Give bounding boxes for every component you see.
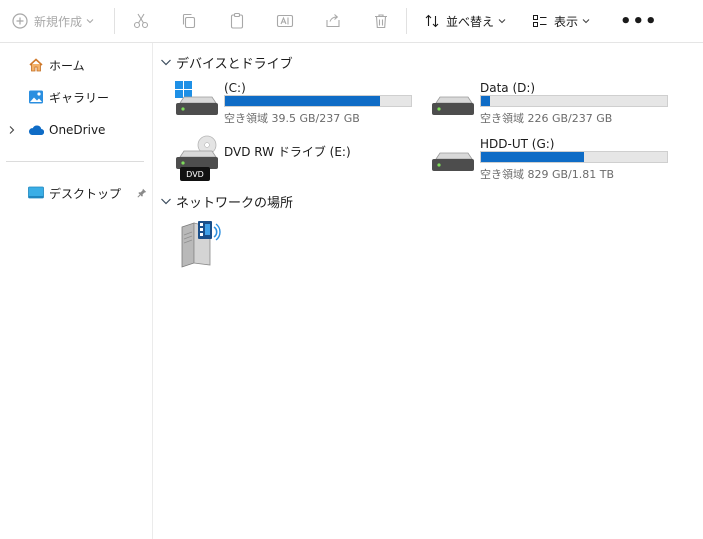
section-title: ネットワークの場所 <box>176 195 294 211</box>
new-button[interactable]: 新規作成 <box>12 0 94 42</box>
drive-usage-bar <box>480 151 668 163</box>
nav-separator <box>6 161 144 162</box>
view-button-label: 表示 <box>554 14 579 29</box>
nav-item-desktop[interactable]: デスクトップ <box>0 181 152 205</box>
rename-icon <box>276 14 294 28</box>
chevron-right-icon[interactable] <box>7 125 17 135</box>
sort-button-label: 並べ替え <box>446 14 495 29</box>
media-server-icon <box>181 221 221 268</box>
drive-name: DVD RW ドライブ (E:) <box>224 145 351 159</box>
view-list-icon <box>533 15 547 27</box>
share-icon <box>326 14 340 28</box>
drive-name: (C:) <box>224 81 246 95</box>
home-icon <box>29 58 43 72</box>
share-button[interactable] <box>324 0 342 42</box>
nav-item-onedrive[interactable]: OneDrive <box>0 118 152 142</box>
plus-circle-icon <box>12 13 28 29</box>
windows-drive-icon <box>175 81 218 115</box>
drive-usage-bar <box>480 95 668 107</box>
drive-free-space: 空き領域 226 GB/237 GB <box>480 112 613 125</box>
drive-usage-bar <box>224 95 412 107</box>
navigation-pane: ホーム ギャラリー OneDrive デスクトップ <box>0 43 153 539</box>
drive-free-space: 空き領域 829 GB/1.81 TB <box>480 168 615 181</box>
sort-arrows-icon <box>425 14 439 28</box>
drive-usage-fill <box>481 96 490 106</box>
paste-button[interactable] <box>228 0 246 42</box>
drive-item-g[interactable]: HDD-UT (G:) 空き領域 829 GB/1.81 TB <box>430 137 680 181</box>
cloud-icon <box>28 125 44 136</box>
drive-free-space: 空き領域 39.5 GB/237 GB <box>224 112 360 125</box>
drive-usage-fill <box>481 152 584 162</box>
scissors-icon <box>133 13 149 29</box>
more-options-button[interactable]: ••• <box>620 0 658 42</box>
nav-item-label: ギャラリー <box>49 90 110 105</box>
view-button[interactable]: 表示 <box>532 0 590 42</box>
drive-name: HDD-UT (G:) <box>480 137 555 151</box>
nav-item-home[interactable]: ホーム <box>0 53 152 77</box>
chevron-down-icon <box>582 19 590 24</box>
nav-item-label: デスクトップ <box>49 186 122 201</box>
toolbar-separator <box>114 8 115 34</box>
drive-item-d[interactable]: Data (D:) 空き領域 226 GB/237 GB <box>430 81 680 125</box>
clipboard-icon <box>230 12 244 29</box>
drive-item-c[interactable]: (C:) 空き領域 39.5 GB/237 GB <box>174 81 424 125</box>
new-button-label: 新規作成 <box>34 14 83 29</box>
content-pane: デバイスとドライブ (C:) 空き領域 39.5 GB/237 GB Data … <box>154 43 703 539</box>
pin-icon[interactable] <box>137 188 147 198</box>
rename-button[interactable] <box>276 0 294 42</box>
network-media-device[interactable] <box>176 219 226 269</box>
cut-button[interactable] <box>132 0 150 42</box>
nav-item-label: OneDrive <box>49 123 106 137</box>
section-header-network[interactable]: ネットワークの場所 <box>160 190 293 212</box>
desktop-folder-icon <box>28 186 44 199</box>
chevron-down-icon <box>161 59 171 66</box>
trash-icon <box>375 14 387 29</box>
chevron-down-icon <box>86 19 94 24</box>
hard-drive-icon <box>432 152 474 171</box>
toolbar-separator <box>406 8 407 34</box>
drive-item-e[interactable]: DVD DVD RW ドライブ (E:) <box>174 135 424 181</box>
delete-button[interactable] <box>372 0 390 42</box>
dvd-badge-label: DVD <box>186 170 204 179</box>
copy-icon <box>182 13 196 29</box>
gallery-icon <box>29 90 43 104</box>
more-dots-icon: ••• <box>620 10 658 32</box>
nav-item-label: ホーム <box>49 58 85 73</box>
chevron-down-icon <box>498 19 506 24</box>
copy-button[interactable] <box>180 0 198 42</box>
section-title: デバイスとドライブ <box>176 56 293 72</box>
nav-item-gallery[interactable]: ギャラリー <box>0 85 152 109</box>
sort-button[interactable]: 並べ替え <box>424 0 506 42</box>
hard-drive-icon <box>432 96 474 115</box>
drive-name: Data (D:) <box>480 81 536 95</box>
drive-usage-fill <box>225 96 381 106</box>
section-header-devices[interactable]: デバイスとドライブ <box>160 51 293 73</box>
command-bar: 新規作成 並べ替え 表示 ••• <box>0 0 703 43</box>
chevron-down-icon <box>161 198 171 205</box>
